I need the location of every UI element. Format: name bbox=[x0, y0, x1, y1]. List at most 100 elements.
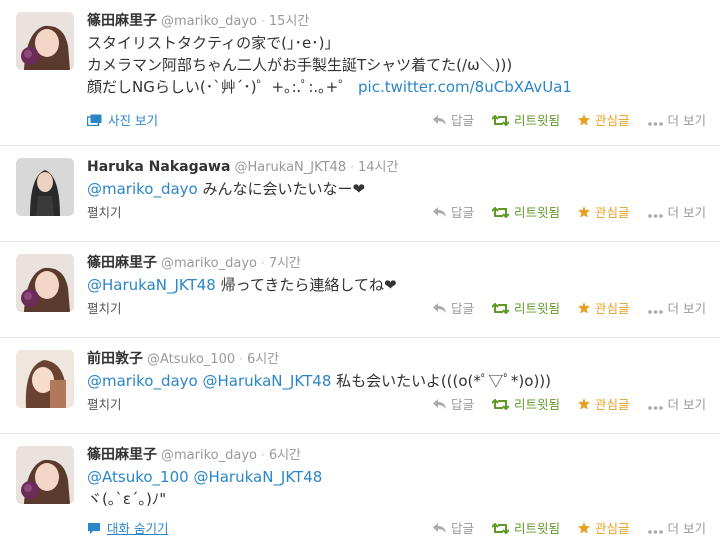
star-icon bbox=[578, 206, 591, 221]
tweet-fullname[interactable]: 篠田麻里子 bbox=[87, 447, 157, 463]
conversation-icon bbox=[87, 522, 101, 538]
mention-link[interactable]: @Atsuko_100 bbox=[87, 468, 189, 486]
expand-label: 펼치기 bbox=[87, 397, 122, 412]
tweet-fullname[interactable]: 篠田麻里子 bbox=[87, 255, 157, 271]
tweet[interactable]: 篠田麻里子 @mariko_dayo · 7시간 @HarukaN_JKT48 帰って… bbox=[0, 242, 720, 338]
tweet-actions: 답글 리트윗됨 관심글 더 보기 bbox=[419, 202, 706, 221]
favorite-button[interactable]: 관심글 bbox=[578, 518, 630, 537]
reply-button[interactable]: 답글 bbox=[433, 110, 474, 129]
retweet-label: 리트윗됨 bbox=[514, 113, 561, 128]
tweet-username[interactable]: @HarukaN_JKT48 bbox=[234, 160, 346, 175]
favorite-button[interactable]: 관심글 bbox=[578, 298, 630, 317]
favorite-label: 관심글 bbox=[595, 301, 630, 316]
reply-label: 답글 bbox=[451, 205, 475, 220]
tweet-username[interactable]: @mariko_dayo bbox=[161, 14, 257, 29]
expand-button[interactable]: 펼치기 bbox=[87, 298, 122, 317]
tweet-fullname[interactable]: 篠田麻里子 bbox=[87, 13, 157, 29]
retweet-label: 리트윗됨 bbox=[514, 521, 561, 536]
avatar[interactable] bbox=[16, 254, 74, 312]
tweet-media-link[interactable]: pic.twitter.com/8uCbXAvUa1 bbox=[358, 78, 572, 96]
reply-button[interactable]: 답글 bbox=[433, 298, 474, 317]
more-button[interactable]: 더 보기 bbox=[647, 110, 706, 129]
retweet-button[interactable]: 리트윗됨 bbox=[491, 298, 561, 317]
mention-link[interactable]: @HarukaN_JKT48 bbox=[203, 372, 332, 390]
reply-icon bbox=[433, 206, 447, 221]
avatar[interactable] bbox=[16, 158, 74, 216]
star-icon bbox=[578, 302, 591, 317]
tweet-time[interactable]: 6시간 bbox=[247, 352, 279, 367]
more-button[interactable]: 더 보기 bbox=[647, 298, 706, 317]
favorite-button[interactable]: 관심글 bbox=[578, 394, 630, 413]
star-icon bbox=[578, 398, 591, 413]
mention-link[interactable]: @mariko_dayo bbox=[87, 180, 198, 198]
favorite-button[interactable]: 관심글 bbox=[578, 202, 630, 221]
reply-label: 답글 bbox=[451, 521, 475, 536]
tweet-fullname[interactable]: Haruka Nakagawa bbox=[87, 159, 230, 175]
reply-icon bbox=[433, 302, 447, 317]
view-photo-label: 사진 보기 bbox=[108, 113, 158, 128]
tweet[interactable]: 前田敦子 @Atsuko_100 · 6시간 @mariko_dayo @Haruka… bbox=[0, 338, 720, 434]
tweet-time[interactable]: 15시간 bbox=[269, 14, 309, 29]
tweet-time[interactable]: 6시간 bbox=[269, 448, 301, 463]
mention-link[interactable]: @mariko_dayo bbox=[87, 372, 198, 390]
tweet-text: @mariko_dayo みんなに会いたいなー❤ bbox=[87, 178, 708, 200]
reply-icon bbox=[433, 114, 447, 129]
more-label: 더 보기 bbox=[667, 521, 706, 536]
tweet-actions: 답글 리트윗됨 관심글 더 보기 bbox=[419, 298, 706, 317]
expand-button[interactable]: 펼치기 bbox=[87, 202, 122, 221]
tweet-time[interactable]: 14시간 bbox=[358, 160, 398, 175]
tweet-text-line: スタイリストタクティの家で(｣･e･)｣ bbox=[87, 34, 333, 52]
more-button[interactable]: 더 보기 bbox=[647, 518, 706, 537]
expand-button[interactable]: 펼치기 bbox=[87, 394, 122, 413]
more-button[interactable]: 더 보기 bbox=[647, 394, 706, 413]
tweet-time[interactable]: 7시간 bbox=[269, 256, 301, 271]
tweet-text-line: ヾ(｡`ε´｡)ﾉ" bbox=[87, 490, 167, 508]
tweet-fullname[interactable]: 前田敦子 bbox=[87, 351, 143, 367]
reply-label: 답글 bbox=[451, 301, 475, 316]
tweet[interactable]: 篠田麻里子 @mariko_dayo · 15시간 スタイリストタクティの家で(｣･e… bbox=[0, 0, 720, 146]
hide-conversation-button[interactable]: 대화 숨기기 bbox=[87, 518, 168, 538]
separator-dot: · bbox=[260, 256, 265, 270]
retweet-button[interactable]: 리트윗됨 bbox=[491, 202, 560, 221]
avatar[interactable] bbox=[16, 12, 74, 70]
retweet-button[interactable]: 리트윗됨 bbox=[491, 110, 561, 129]
separator-dot: · bbox=[350, 160, 354, 174]
tweet[interactable]: 篠田麻里子 @mariko_dayo · 6시간 @Atsuko_100 @Haruk… bbox=[0, 434, 720, 552]
mention-link[interactable]: @HarukaN_JKT48 bbox=[193, 468, 322, 486]
tweet-actions: 답글 리트윗됨 관심글 더 보기 bbox=[419, 518, 706, 537]
more-icon bbox=[647, 114, 663, 129]
tweet-actions: 답글 리트윗됨 관심글 더 보기 bbox=[419, 110, 706, 129]
view-photo-button[interactable]: 사진 보기 bbox=[86, 110, 158, 129]
separator-dot: · bbox=[260, 14, 265, 28]
favorite-button[interactable]: 관심글 bbox=[578, 110, 630, 129]
reply-label: 답글 bbox=[451, 397, 475, 412]
avatar[interactable] bbox=[16, 350, 74, 408]
tweet-username[interactable]: @mariko_dayo bbox=[161, 448, 257, 463]
retweet-button[interactable]: 리트윗됨 bbox=[491, 518, 561, 537]
reply-button[interactable]: 답글 bbox=[433, 518, 474, 537]
tweet-username[interactable]: @mariko_dayo bbox=[161, 256, 257, 271]
retweet-button[interactable]: 리트윗됨 bbox=[491, 394, 560, 413]
reply-icon bbox=[433, 398, 447, 413]
avatar[interactable] bbox=[16, 446, 74, 504]
separator-dot: · bbox=[260, 448, 265, 462]
tweet-text: スタイリストタクティの家で(｣･e･)｣ カメラマン阿部ちゃん二人がお手製生誕T… bbox=[87, 32, 708, 98]
reply-icon bbox=[433, 522, 447, 537]
reply-button[interactable]: 답글 bbox=[433, 202, 474, 221]
more-icon bbox=[647, 302, 663, 317]
more-icon bbox=[647, 206, 663, 221]
tweet-text-line: @Atsuko_100 @HarukaN_JKT48 bbox=[87, 466, 708, 488]
more-label: 더 보기 bbox=[667, 301, 706, 316]
reply-button[interactable]: 답글 bbox=[433, 394, 474, 413]
retweet-label: 리트윗됨 bbox=[514, 301, 561, 316]
tweet-text-line: カメラマン阿部ちゃん二人がお手製生誕Tシャツ着てた(/ω＼))) bbox=[87, 56, 513, 74]
timeline: 篠田麻里子 @mariko_dayo · 15시간 スタイリストタクティの家で(｣･e… bbox=[0, 0, 720, 552]
photo-icon bbox=[86, 114, 102, 129]
tweet-username[interactable]: @Atsuko_100 bbox=[147, 352, 235, 367]
tweet[interactable]: Haruka Nakagawa @HarukaN_JKT48 · 14시간 @mari… bbox=[0, 146, 720, 242]
tweet-text-segment: みんなに会いたいなー❤ bbox=[197, 180, 366, 198]
mention-link[interactable]: @HarukaN_JKT48 bbox=[87, 276, 216, 294]
star-icon bbox=[578, 114, 591, 129]
more-button[interactable]: 더 보기 bbox=[647, 202, 706, 221]
more-icon bbox=[647, 398, 663, 413]
